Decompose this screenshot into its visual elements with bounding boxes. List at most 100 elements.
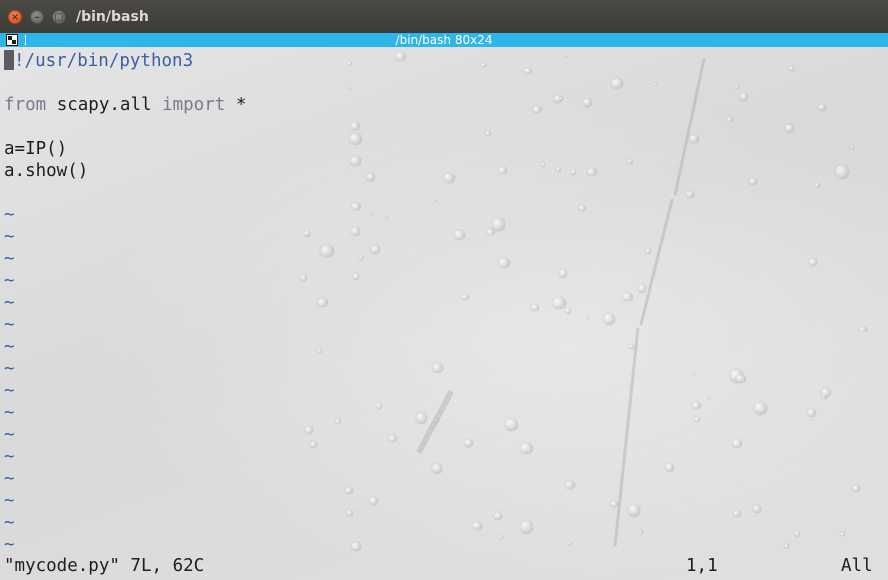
wallpaper-raindrop	[498, 166, 508, 174]
wallpaper-raindrop	[347, 85, 352, 90]
wallpaper-raindrop	[558, 96, 564, 101]
wallpaper-raindrop	[691, 372, 696, 376]
wallpaper-raindrop	[603, 312, 616, 325]
wallpaper-raindrop	[817, 103, 826, 112]
wallpaper-raindrop	[369, 496, 378, 505]
wallpaper-raindrop	[486, 228, 496, 236]
code-line-3: from scapy.all import *	[4, 95, 247, 115]
wallpaper-raindrop	[334, 419, 342, 424]
wallpaper-raindrop	[371, 245, 381, 254]
wallpaper-raindrop	[585, 315, 590, 319]
tab-separator	[25, 35, 26, 45]
wallpaper-raindrop	[370, 213, 374, 216]
empty-line-tilde: ~	[4, 381, 15, 401]
wallpaper-raindrop	[736, 375, 746, 384]
wallpaper-raindrop	[349, 156, 362, 167]
wallpaper-raindrop	[432, 463, 443, 474]
wallpaper-raindrop	[415, 412, 428, 424]
wallpaper-raindrop	[653, 83, 658, 86]
wallpaper-raindrop	[351, 226, 361, 237]
wallpaper-raindrop	[541, 163, 546, 168]
wallpaper-raindrop	[793, 531, 800, 538]
wallpaper-raindrop	[375, 402, 382, 409]
empty-line-tilde: ~	[4, 447, 15, 467]
keyword-import: import	[162, 95, 226, 115]
empty-line-tilde: ~	[4, 315, 15, 335]
wallpaper-raindrop	[563, 53, 567, 57]
wallpaper-raindrop	[789, 66, 794, 71]
vim-editor[interactable]: !/usr/bin/python3 from scapy.all import …	[0, 47, 888, 580]
empty-line-tilde: ~	[4, 271, 15, 291]
status-message: "mycode.py" 7L, 62C	[4, 556, 205, 576]
wallpaper-raindrop	[494, 512, 503, 521]
wallpaper-raindrop	[731, 439, 742, 448]
wallpaper-raindrop	[752, 504, 762, 514]
wallpaper-streak	[673, 58, 706, 196]
wallpaper-raindrop	[821, 387, 832, 397]
wallpaper-raindrop	[740, 93, 749, 101]
wallpaper-raindrop	[497, 258, 511, 268]
wallpaper-raindrop	[519, 520, 533, 535]
wallpaper-raindrop	[577, 204, 586, 212]
scroll-indicator: All	[841, 556, 873, 576]
empty-line-tilde: ~	[4, 227, 15, 247]
maximize-icon[interactable]: □	[52, 10, 66, 24]
empty-line-tilde: ~	[4, 403, 15, 423]
wallpaper-raindrop	[304, 426, 314, 434]
wallpaper-raindrop	[706, 397, 710, 400]
wallpaper-raindrop	[352, 273, 360, 280]
wallpaper-raindrop	[366, 172, 375, 181]
empty-line-tilde: ~	[4, 359, 15, 379]
wallpaper-raindrop	[499, 535, 503, 539]
wallpaper-raindrop	[627, 158, 634, 164]
wallpaper-raindrop	[345, 510, 353, 517]
wallpaper-raindrop	[350, 122, 360, 131]
empty-line-tilde: ~	[4, 469, 15, 489]
empty-line-tilde: ~	[4, 293, 15, 313]
wallpaper-raindrop	[727, 117, 734, 122]
wallpaper-raindrop	[644, 247, 651, 255]
wallpaper-raindrop	[564, 480, 575, 490]
minimize-icon[interactable]: –	[30, 10, 44, 24]
code-line-6: a.show()	[4, 161, 89, 181]
empty-line-tilde: ~	[4, 249, 15, 269]
wallpaper-raindrop	[852, 484, 861, 493]
empty-line-tilde: ~	[4, 491, 15, 511]
wallpaper-raindrop	[463, 438, 474, 447]
wallpaper-raindrop	[570, 168, 577, 175]
wallpaper-raindrop	[524, 67, 532, 74]
wallpaper-raindrop	[520, 443, 534, 455]
wallpaper-raindrop	[627, 504, 641, 517]
wallpaper-raindrop	[316, 297, 328, 308]
wallpaper-raindrop	[839, 532, 845, 536]
empty-line-tilde: ~	[4, 535, 15, 555]
close-icon[interactable]: ×	[8, 10, 22, 24]
text-cursor	[4, 50, 14, 70]
wallpaper-raindrop	[348, 132, 362, 145]
split-terminal-icon[interactable]	[6, 34, 18, 46]
terminator-tab-bar: /bin/bash 80x24	[0, 33, 888, 47]
wallpaper-raindrop	[556, 167, 562, 173]
wallpaper-raindrop	[582, 98, 592, 108]
empty-line-tilde: ~	[4, 205, 15, 225]
code-line-1: !/usr/bin/python3	[4, 50, 193, 72]
wallpaper-streak	[639, 198, 674, 326]
empty-line-tilde: ~	[4, 513, 15, 533]
wallpaper-raindrop	[735, 85, 740, 89]
tab-title: /bin/bash 80x24	[395, 33, 493, 47]
wallpaper-raindrop	[638, 529, 643, 534]
wallpaper-raindrop	[552, 297, 566, 309]
wallpaper-raindrop	[807, 409, 816, 417]
wallpaper-raindrop	[809, 257, 818, 267]
title-bar: × – □ /bin/bash	[0, 0, 888, 34]
wallpaper-raindrop	[442, 172, 456, 184]
wallpaper-raindrop	[304, 230, 310, 237]
wallpaper-raindrop	[849, 145, 854, 150]
wallpaper-raindrop	[637, 284, 646, 293]
wallpaper-raindrop	[316, 349, 322, 354]
wallpaper-raindrop	[471, 521, 482, 531]
wallpaper-raindrop	[564, 307, 571, 315]
wallpaper-raindrop	[815, 182, 820, 188]
keyword-from: from	[4, 95, 47, 115]
wallpaper-raindrop	[665, 462, 675, 473]
